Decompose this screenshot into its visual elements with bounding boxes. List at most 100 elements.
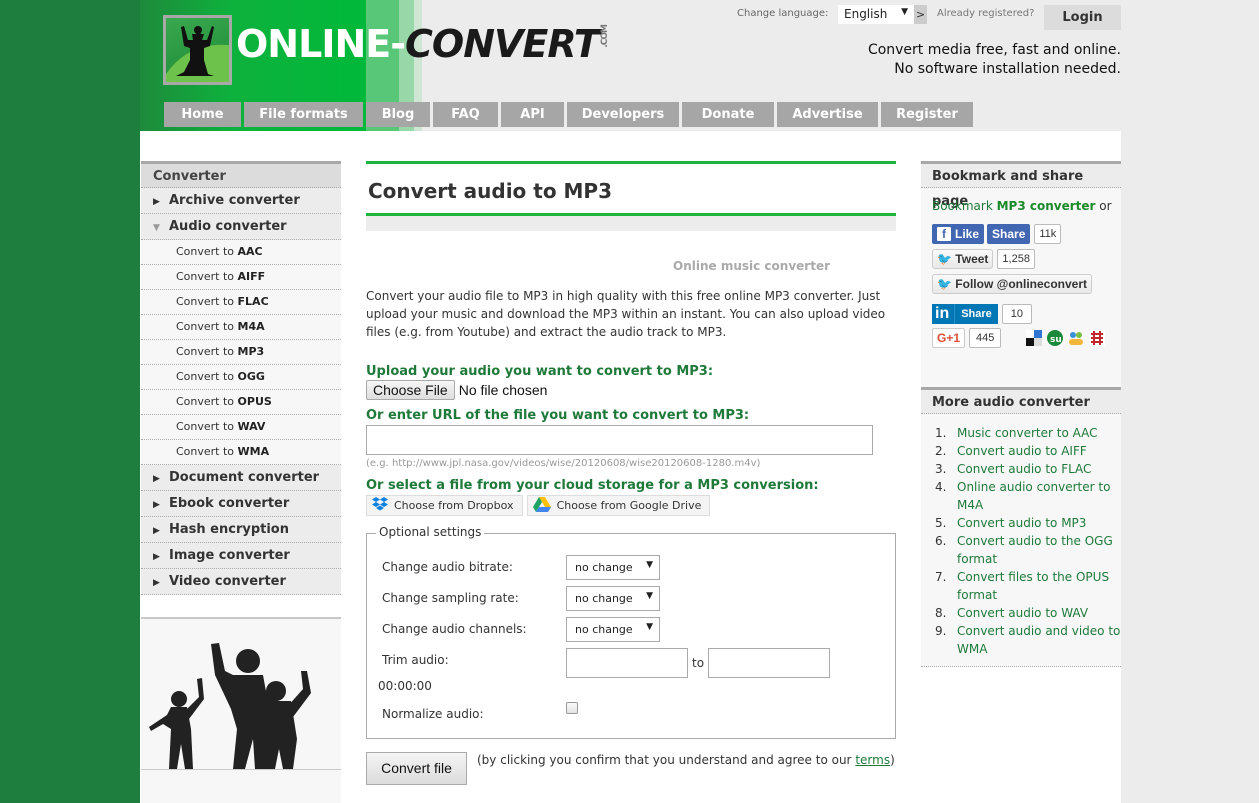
fb-like-label: Like [955, 227, 980, 241]
facebook-count: 11k [1034, 224, 1062, 244]
site-logo[interactable]: ONLINE-CONVERT.COM [163, 15, 610, 85]
choose-file-button[interactable]: Choose File [366, 380, 455, 400]
facebook-row: f Like Share 11k [932, 224, 1121, 244]
sidebar-subitem-mp3[interactable]: Convert to MP3 [141, 340, 341, 365]
logo-text-tld: .COM [599, 25, 610, 48]
converter-link[interactable]: Convert audio to WAV [957, 604, 1088, 622]
sidebar-item-label: Video converter [169, 574, 286, 589]
twitter-follow-button[interactable]: 🐦 Follow @onlineconvert [932, 274, 1093, 294]
login-button[interactable]: Login [1044, 5, 1121, 30]
myspace-icon[interactable] [1068, 330, 1084, 346]
channels-select[interactable]: no change ▼ [566, 617, 660, 642]
svg-text:su: su [1050, 335, 1062, 345]
dropbox-button[interactable]: Choose from Dropbox [366, 495, 523, 516]
list-item: 1. Music converter to AAC [935, 424, 1121, 442]
list-number: 6. [935, 534, 947, 548]
nav-blog[interactable]: Blog [366, 102, 430, 127]
normalize-label: Normalize audio: [382, 707, 484, 721]
mister-wong-icon[interactable] [1089, 330, 1106, 346]
twitter-bird-icon: 🐦 [937, 277, 952, 291]
stumbleupon-icon[interactable]: su [1047, 330, 1064, 346]
convert-file-button[interactable]: Convert file [366, 752, 467, 785]
sidebar-item-label: Document converter [169, 470, 320, 485]
file-status-text: No file chosen [458, 382, 548, 398]
subitem-format: OGG [237, 370, 265, 383]
already-registered-text: Already registered? [937, 8, 1035, 19]
url-example: (e.g. http://www.jpl.nasa.gov/videos/wis… [366, 458, 761, 469]
bitrate-select[interactable]: no change ▼ [566, 555, 660, 580]
sidebar-subitem-wav[interactable]: Convert to WAV [141, 415, 341, 440]
sidebar-subitem-ogg[interactable]: Convert to OGG [141, 365, 341, 390]
sidebar-item-archive-converter[interactable]: ▶ Archive converter [141, 188, 341, 214]
converter-link[interactable]: Online audio converter to M4A [957, 478, 1121, 514]
nav-register[interactable]: Register [881, 102, 973, 127]
converter-link[interactable]: Convert audio to FLAC [957, 460, 1091, 478]
url-input[interactable] [366, 425, 873, 455]
twitter-bird-icon: 🐦 [937, 252, 952, 266]
google-plus-button[interactable]: G+1 [932, 328, 966, 348]
converter-link[interactable]: Convert audio and video to WMA [957, 622, 1121, 658]
terms-note: (by clicking you confirm that you unders… [477, 751, 895, 785]
converter-link[interactable]: Music converter to AAC [957, 424, 1098, 442]
sidebar-item-audio-converter[interactable]: ▼ Audio converter [141, 214, 341, 240]
google-drive-button[interactable]: Choose from Google Drive [526, 495, 711, 516]
delicious-icon[interactable] [1026, 330, 1043, 346]
linkedin-icon: in [932, 304, 956, 324]
trim-start-input[interactable] [566, 648, 688, 678]
subitem-prefix: Convert to [176, 245, 238, 258]
nav-advertise[interactable]: Advertise [777, 102, 878, 127]
linkedin-share-label: Share [961, 308, 992, 320]
sidebar-item-hash-encryption[interactable]: ▶ Hash encryption [141, 517, 341, 543]
sampling-rate-label: Change sampling rate: [382, 591, 519, 605]
sidebar-subitem-aac[interactable]: Convert to AAC [141, 240, 341, 265]
nav-home[interactable]: Home [164, 102, 241, 127]
sidebar-subitem-wma[interactable]: Convert to WMA [141, 440, 341, 465]
nav-faq[interactable]: FAQ [433, 102, 498, 127]
dropdown-arrow-icon: ▼ [646, 560, 653, 570]
sidebar-item-ebook-converter[interactable]: ▶ Ebook converter [141, 491, 341, 517]
sidebar-heading: Converter [141, 161, 341, 188]
nav-file-formats[interactable]: File formats [244, 102, 363, 127]
sidebar-subitem-aiff[interactable]: Convert to AIFF [141, 265, 341, 290]
bookmark-body: Bookmark MP3 converter or f Like Share 11… [921, 188, 1121, 388]
trim-end-input[interactable] [708, 648, 830, 678]
logo-text-convert: CONVERT [405, 22, 600, 66]
channels-label: Change audio channels: [382, 622, 527, 636]
sidebar-item-document-converter[interactable]: ▶ Document converter [141, 465, 341, 491]
language-go-button[interactable]: > [914, 5, 927, 24]
nav-donate[interactable]: Donate [682, 102, 774, 127]
converter-link[interactable]: Convert audio to MP3 [957, 514, 1086, 532]
sidebar-item-video-converter[interactable]: ▶ Video converter [141, 569, 341, 595]
subitem-format: M4A [237, 320, 265, 333]
converter-link[interactable]: Convert audio to AIFF [957, 442, 1087, 460]
nav-api[interactable]: API [501, 102, 564, 127]
terms-note-end: ) [890, 753, 895, 767]
title-strip [366, 216, 896, 231]
facebook-share-button[interactable]: Share [987, 224, 1031, 244]
converter-link[interactable]: Convert files to the OPUS format [957, 568, 1121, 604]
more-converters-panel: More audio converter 1. Music converter t… [921, 387, 1121, 667]
sidebar-item-label: Audio converter [169, 219, 287, 234]
nav-developers[interactable]: Developers [567, 102, 679, 127]
facebook-like-button[interactable]: f Like [932, 224, 985, 244]
sidebar-subitem-flac[interactable]: Convert to FLAC [141, 290, 341, 315]
sidebar-item-image-converter[interactable]: ▶ Image converter [141, 543, 341, 569]
language-select[interactable]: English ▼ [838, 5, 914, 24]
list-item: 7. Convert files to the OPUS format [935, 568, 1121, 604]
page-title: Convert audio to MP3 [368, 179, 612, 203]
normalize-checkbox[interactable] [566, 702, 578, 714]
terms-link[interactable]: terms [855, 753, 890, 767]
sidebar-subitem-m4a[interactable]: Convert to M4A [141, 315, 341, 340]
converter-link[interactable]: Convert audio to the OGG format [957, 532, 1121, 568]
follow-row: 🐦 Follow @onlineconvert [932, 274, 1121, 294]
sidebar-subitem-opus[interactable]: Convert to OPUS [141, 390, 341, 415]
sampling-rate-select[interactable]: no change ▼ [566, 586, 660, 611]
bookmark-link[interactable]: MP3 converter [997, 199, 1096, 213]
linkedin-share-button[interactable]: in Share [932, 304, 998, 324]
tweet-button[interactable]: 🐦 Tweet [932, 249, 994, 269]
tweet-label: Tweet [955, 252, 989, 266]
optional-settings-legend: Optional settings [376, 525, 485, 539]
list-item: 4. Online audio converter to M4A [935, 478, 1121, 514]
linkedin-row: in Share 10 [932, 304, 1121, 324]
subitem-format: OPUS [237, 395, 272, 408]
